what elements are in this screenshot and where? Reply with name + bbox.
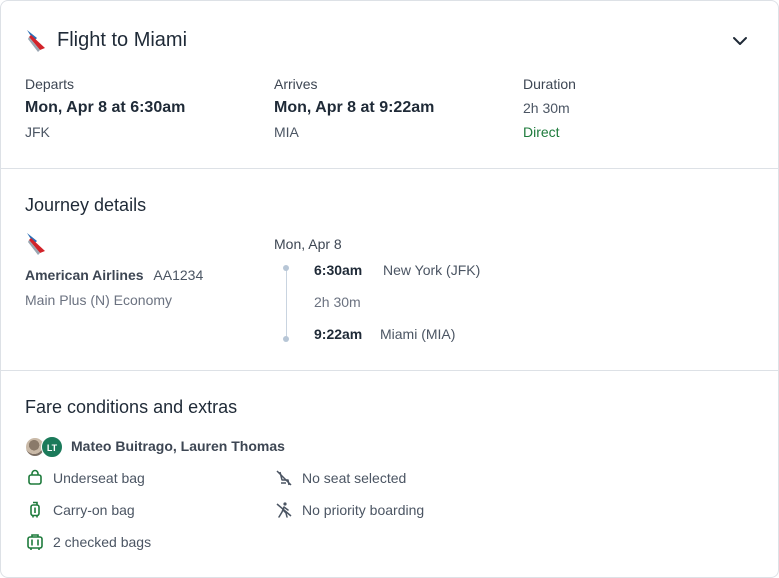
passenger-names: Mateo Buitrago, Lauren Thomas <box>71 438 285 454</box>
passenger-avatar-initials: LT <box>41 436 63 458</box>
arrive-airport: MIA <box>274 124 299 140</box>
departure-time: 6:30am <box>314 262 363 278</box>
arrive-time: Mon, Apr 8 at 9:22am <box>274 99 435 116</box>
cabin-class: Main Plus (N) Economy <box>25 292 173 308</box>
page-title: Flight to Miami <box>57 29 188 51</box>
leg-duration: 2h 30m <box>314 294 361 310</box>
depart-airport: JFK <box>25 124 50 140</box>
timeline-line <box>286 269 287 339</box>
flight-card: Flight to Miami Departs Mon, Apr 8 at 6:… <box>0 0 779 578</box>
underseat-bag-icon <box>28 469 42 485</box>
flight-number: AA1234 <box>153 267 204 283</box>
no-seat-icon <box>276 470 292 486</box>
arrive-label: Arrives <box>274 76 318 92</box>
fare-item-seat: No seat selected <box>302 470 407 486</box>
no-priority-boarding-icon <box>276 502 292 518</box>
journey-date: Mon, Apr 8 <box>274 236 342 252</box>
depart-time: Mon, Apr 8 at 6:30am <box>25 99 186 116</box>
journey-heading: Journey details <box>25 195 147 215</box>
checked-bags-icon <box>27 534 43 550</box>
flight-summary: Flight to Miami Departs Mon, Apr 8 at 6:… <box>1 1 778 169</box>
fare-conditions: Fare conditions and extras LT Mateo Buit… <box>1 371 778 577</box>
arrival-time: 9:22am <box>314 326 363 342</box>
airline-info: American Airlines AA1234 <box>25 267 203 283</box>
departure-place: New York (JFK) <box>383 262 481 278</box>
fare-heading: Fare conditions and extras <box>25 397 238 417</box>
carry-on-bag-icon <box>30 501 40 518</box>
journey-details: Journey details American Airlines AA1234… <box>1 169 778 371</box>
fare-item-checked: 2 checked bags <box>53 534 152 550</box>
stops-badge: Direct <box>523 124 560 140</box>
chevron-down-icon[interactable] <box>728 29 752 53</box>
fare-item-carry-on: Carry-on bag <box>53 502 135 518</box>
american-airlines-logo-icon <box>27 30 45 52</box>
duration-value: 2h 30m <box>523 100 570 116</box>
duration-label: Duration <box>523 76 576 92</box>
airline-name: American Airlines <box>25 267 144 283</box>
airline-logo-icon <box>27 233 45 255</box>
timeline-start-dot <box>283 265 289 271</box>
arrival-place: Miami (MIA) <box>380 326 456 342</box>
depart-label: Departs <box>25 76 75 92</box>
timeline-end-dot <box>283 336 289 342</box>
fare-item-underseat: Underseat bag <box>53 470 145 486</box>
fare-item-boarding: No priority boarding <box>302 502 425 518</box>
